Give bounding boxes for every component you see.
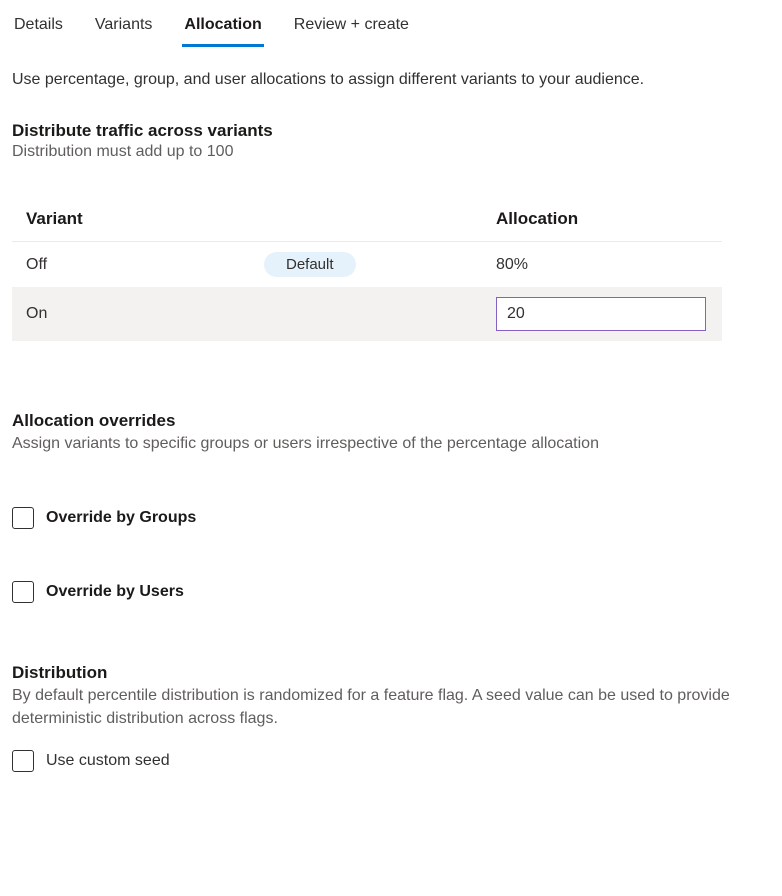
custom-seed-label: Use custom seed xyxy=(46,752,170,770)
overrides-title: Allocation overrides xyxy=(12,411,770,431)
allocation-table: Variant Allocation Off Default 80% On xyxy=(12,201,722,341)
override-users-label: Override by Users xyxy=(46,583,184,601)
allocation-value: 80% xyxy=(482,242,722,288)
override-users-checkbox[interactable] xyxy=(12,581,34,603)
variant-name: On xyxy=(26,305,47,322)
override-groups-row: Override by Groups xyxy=(12,507,770,529)
distribute-section: Distribute traffic across variants Distr… xyxy=(12,121,770,341)
distribution-title: Distribution xyxy=(12,663,770,683)
table-row: On xyxy=(12,287,722,341)
distribution-section: Distribution By default percentile distr… xyxy=(12,663,770,772)
table-row: Off Default 80% xyxy=(12,242,722,288)
override-groups-checkbox[interactable] xyxy=(12,507,34,529)
overrides-sub: Assign variants to specific groups or us… xyxy=(12,433,732,455)
tab-variants[interactable]: Variants xyxy=(93,8,155,47)
overrides-section: Allocation overrides Assign variants to … xyxy=(12,411,770,603)
distribute-sub: Distribution must add up to 100 xyxy=(12,143,770,161)
tab-details[interactable]: Details xyxy=(12,8,65,47)
table-header-variant: Variant xyxy=(12,201,482,242)
custom-seed-row: Use custom seed xyxy=(12,750,770,772)
intro-text: Use percentage, group, and user allocati… xyxy=(12,71,770,89)
tabs-bar: Details Variants Allocation Review + cre… xyxy=(12,0,770,47)
distribution-sub: By default percentile distribution is ra… xyxy=(12,685,732,730)
override-groups-label: Override by Groups xyxy=(46,509,196,527)
table-header-allocation: Allocation xyxy=(482,201,722,242)
allocation-input[interactable] xyxy=(496,297,706,331)
variant-name: Off xyxy=(26,256,264,274)
distribute-title: Distribute traffic across variants xyxy=(12,121,770,141)
override-users-row: Override by Users xyxy=(12,581,770,603)
tab-review-create[interactable]: Review + create xyxy=(292,8,411,47)
tab-allocation[interactable]: Allocation xyxy=(182,8,263,47)
custom-seed-checkbox[interactable] xyxy=(12,750,34,772)
default-badge: Default xyxy=(264,252,356,277)
